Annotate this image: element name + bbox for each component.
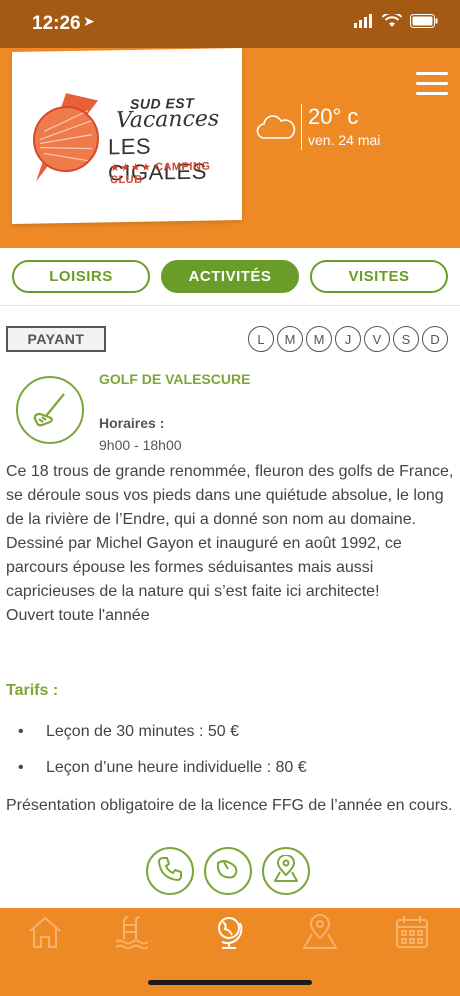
hamburger-line	[416, 92, 448, 95]
pool-icon	[114, 915, 150, 954]
day-friday: V	[364, 326, 390, 352]
hamburger-menu-button[interactable]	[416, 72, 448, 96]
map-location-icon	[301, 913, 339, 955]
list-item: • Leçon de 30 minutes : 50 €	[18, 720, 307, 744]
tab-activites[interactable]: ACTIVITÉS	[161, 260, 299, 293]
call-button[interactable]	[146, 847, 194, 895]
weather-widget: 20° c ven. 24 mai	[256, 104, 406, 152]
status-indicators	[354, 11, 438, 33]
cloud-icon	[256, 114, 296, 145]
tarifs-list: • Leçon de 30 minutes : 50 € • Leçon d’u…	[18, 720, 307, 792]
day-thursday: J	[335, 326, 361, 352]
nav-pool[interactable]	[112, 914, 152, 954]
map-button[interactable]	[262, 847, 310, 895]
day-sunday: D	[422, 326, 448, 352]
hamburger-line	[416, 82, 448, 85]
status-bar: 12:26 ➤	[0, 0, 460, 48]
tarif-text: Leçon d’une heure individuelle : 80 €	[46, 759, 307, 776]
nav-calendar[interactable]	[392, 914, 432, 954]
day-monday: L	[248, 326, 274, 352]
activity-description: Ce 18 trous de grande renommée, fleuron …	[6, 460, 456, 628]
mouse-icon	[214, 857, 242, 886]
location-arrow-icon: ➤	[83, 13, 95, 29]
nav-map[interactable]	[300, 913, 340, 955]
description-paragraph: Dessiné par Michel Gayon et inauguré en …	[6, 535, 402, 600]
logo-emblem-icon	[26, 90, 100, 190]
email-button[interactable]	[204, 847, 252, 895]
divider	[0, 305, 460, 306]
hamburger-icon	[416, 72, 448, 75]
tab-loisirs[interactable]: LOISIRS	[12, 260, 150, 293]
list-item: • Leçon d’une heure individuelle : 80 €	[18, 756, 307, 780]
calendar-icon	[394, 914, 430, 955]
hours-value: 9h00 - 18h00	[99, 437, 182, 453]
map-pin-icon	[272, 853, 300, 888]
opening-days: L M M J V S D	[248, 326, 448, 352]
action-buttons	[146, 847, 310, 895]
nav-activities[interactable]	[210, 914, 250, 954]
golf-club-icon	[16, 376, 84, 444]
home-indicator	[148, 980, 312, 985]
battery-icon	[410, 14, 438, 33]
header: SUD EST Vacances LES CIGALES ★★★★ CAMPIN…	[0, 47, 460, 248]
signal-icon	[354, 14, 374, 33]
description-paragraph: Ouvert toute l'année	[6, 607, 150, 624]
nav-home[interactable]	[25, 914, 65, 954]
bullet-icon: •	[18, 759, 24, 776]
activity-title: GOLF DE VALESCURE	[99, 371, 251, 387]
day-tuesday: M	[277, 326, 303, 352]
phone-icon	[157, 856, 183, 887]
tarifs-title: Tarifs :	[6, 682, 59, 699]
status-badge: PAYANT	[6, 326, 106, 352]
bullet-icon: •	[18, 723, 24, 740]
globe-icon	[212, 913, 248, 956]
status-time: 12:26	[32, 13, 81, 34]
hours-label: Horaires :	[99, 415, 165, 431]
wifi-icon	[381, 11, 403, 33]
day-wednesday: M	[306, 326, 332, 352]
logo: SUD EST Vacances LES CIGALES ★★★★ CAMPIN…	[12, 47, 242, 225]
tarif-text: Leçon de 30 minutes : 50 €	[46, 723, 240, 740]
category-tabs: LOISIRS ACTIVITÉS VISITES	[0, 260, 460, 294]
logo-text-vacances: Vacances	[116, 106, 220, 134]
logo-text-camping-club: ★★★★ CAMPING CLUB	[110, 160, 211, 187]
home-icon	[27, 915, 63, 954]
description-paragraph: Ce 18 trous de grande renommée, fleuron …	[6, 463, 454, 528]
weather-divider	[301, 104, 302, 150]
licence-note: Présentation obligatoire de la licence F…	[6, 797, 453, 814]
weather-temperature: 20° c	[308, 104, 359, 129]
day-saturday: S	[393, 326, 419, 352]
tab-visites[interactable]: VISITES	[310, 260, 448, 293]
weather-date: ven. 24 mai	[308, 132, 381, 148]
